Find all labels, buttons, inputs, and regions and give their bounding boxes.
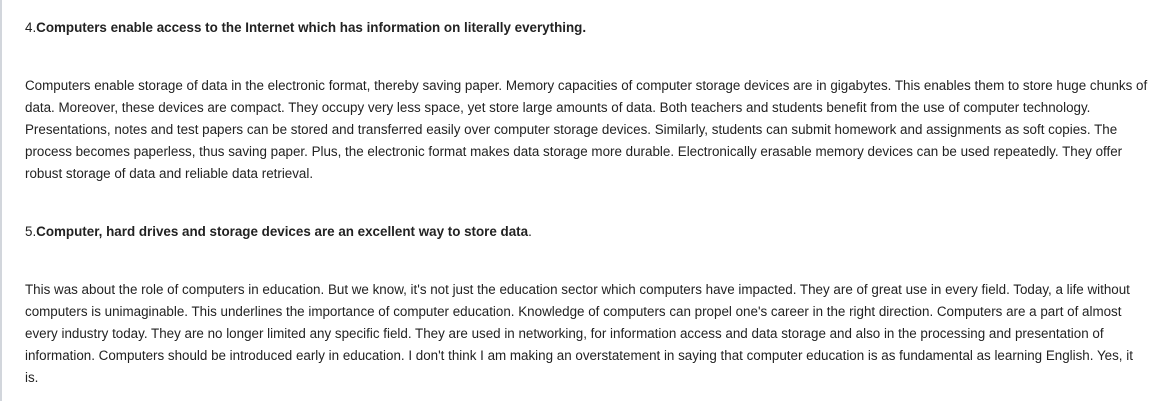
section-heading-5: 5.Computer, hard drives and storage devi… bbox=[25, 223, 532, 241]
heading-suffix: . bbox=[528, 224, 532, 239]
heading-number: 5. bbox=[25, 224, 37, 239]
heading-text: Computer, hard drives and storage device… bbox=[36, 224, 529, 239]
left-border-rule bbox=[0, 0, 2, 401]
heading-number: 4. bbox=[25, 20, 37, 35]
section-paragraph-4: Computers enable storage of data in the … bbox=[25, 78, 1148, 181]
section-paragraph-5: This was about the role of computers in … bbox=[25, 282, 1133, 385]
heading-text: Computers enable access to the Internet … bbox=[36, 20, 587, 35]
section-heading-4: 4.Computers enable access to the Interne… bbox=[25, 19, 586, 37]
